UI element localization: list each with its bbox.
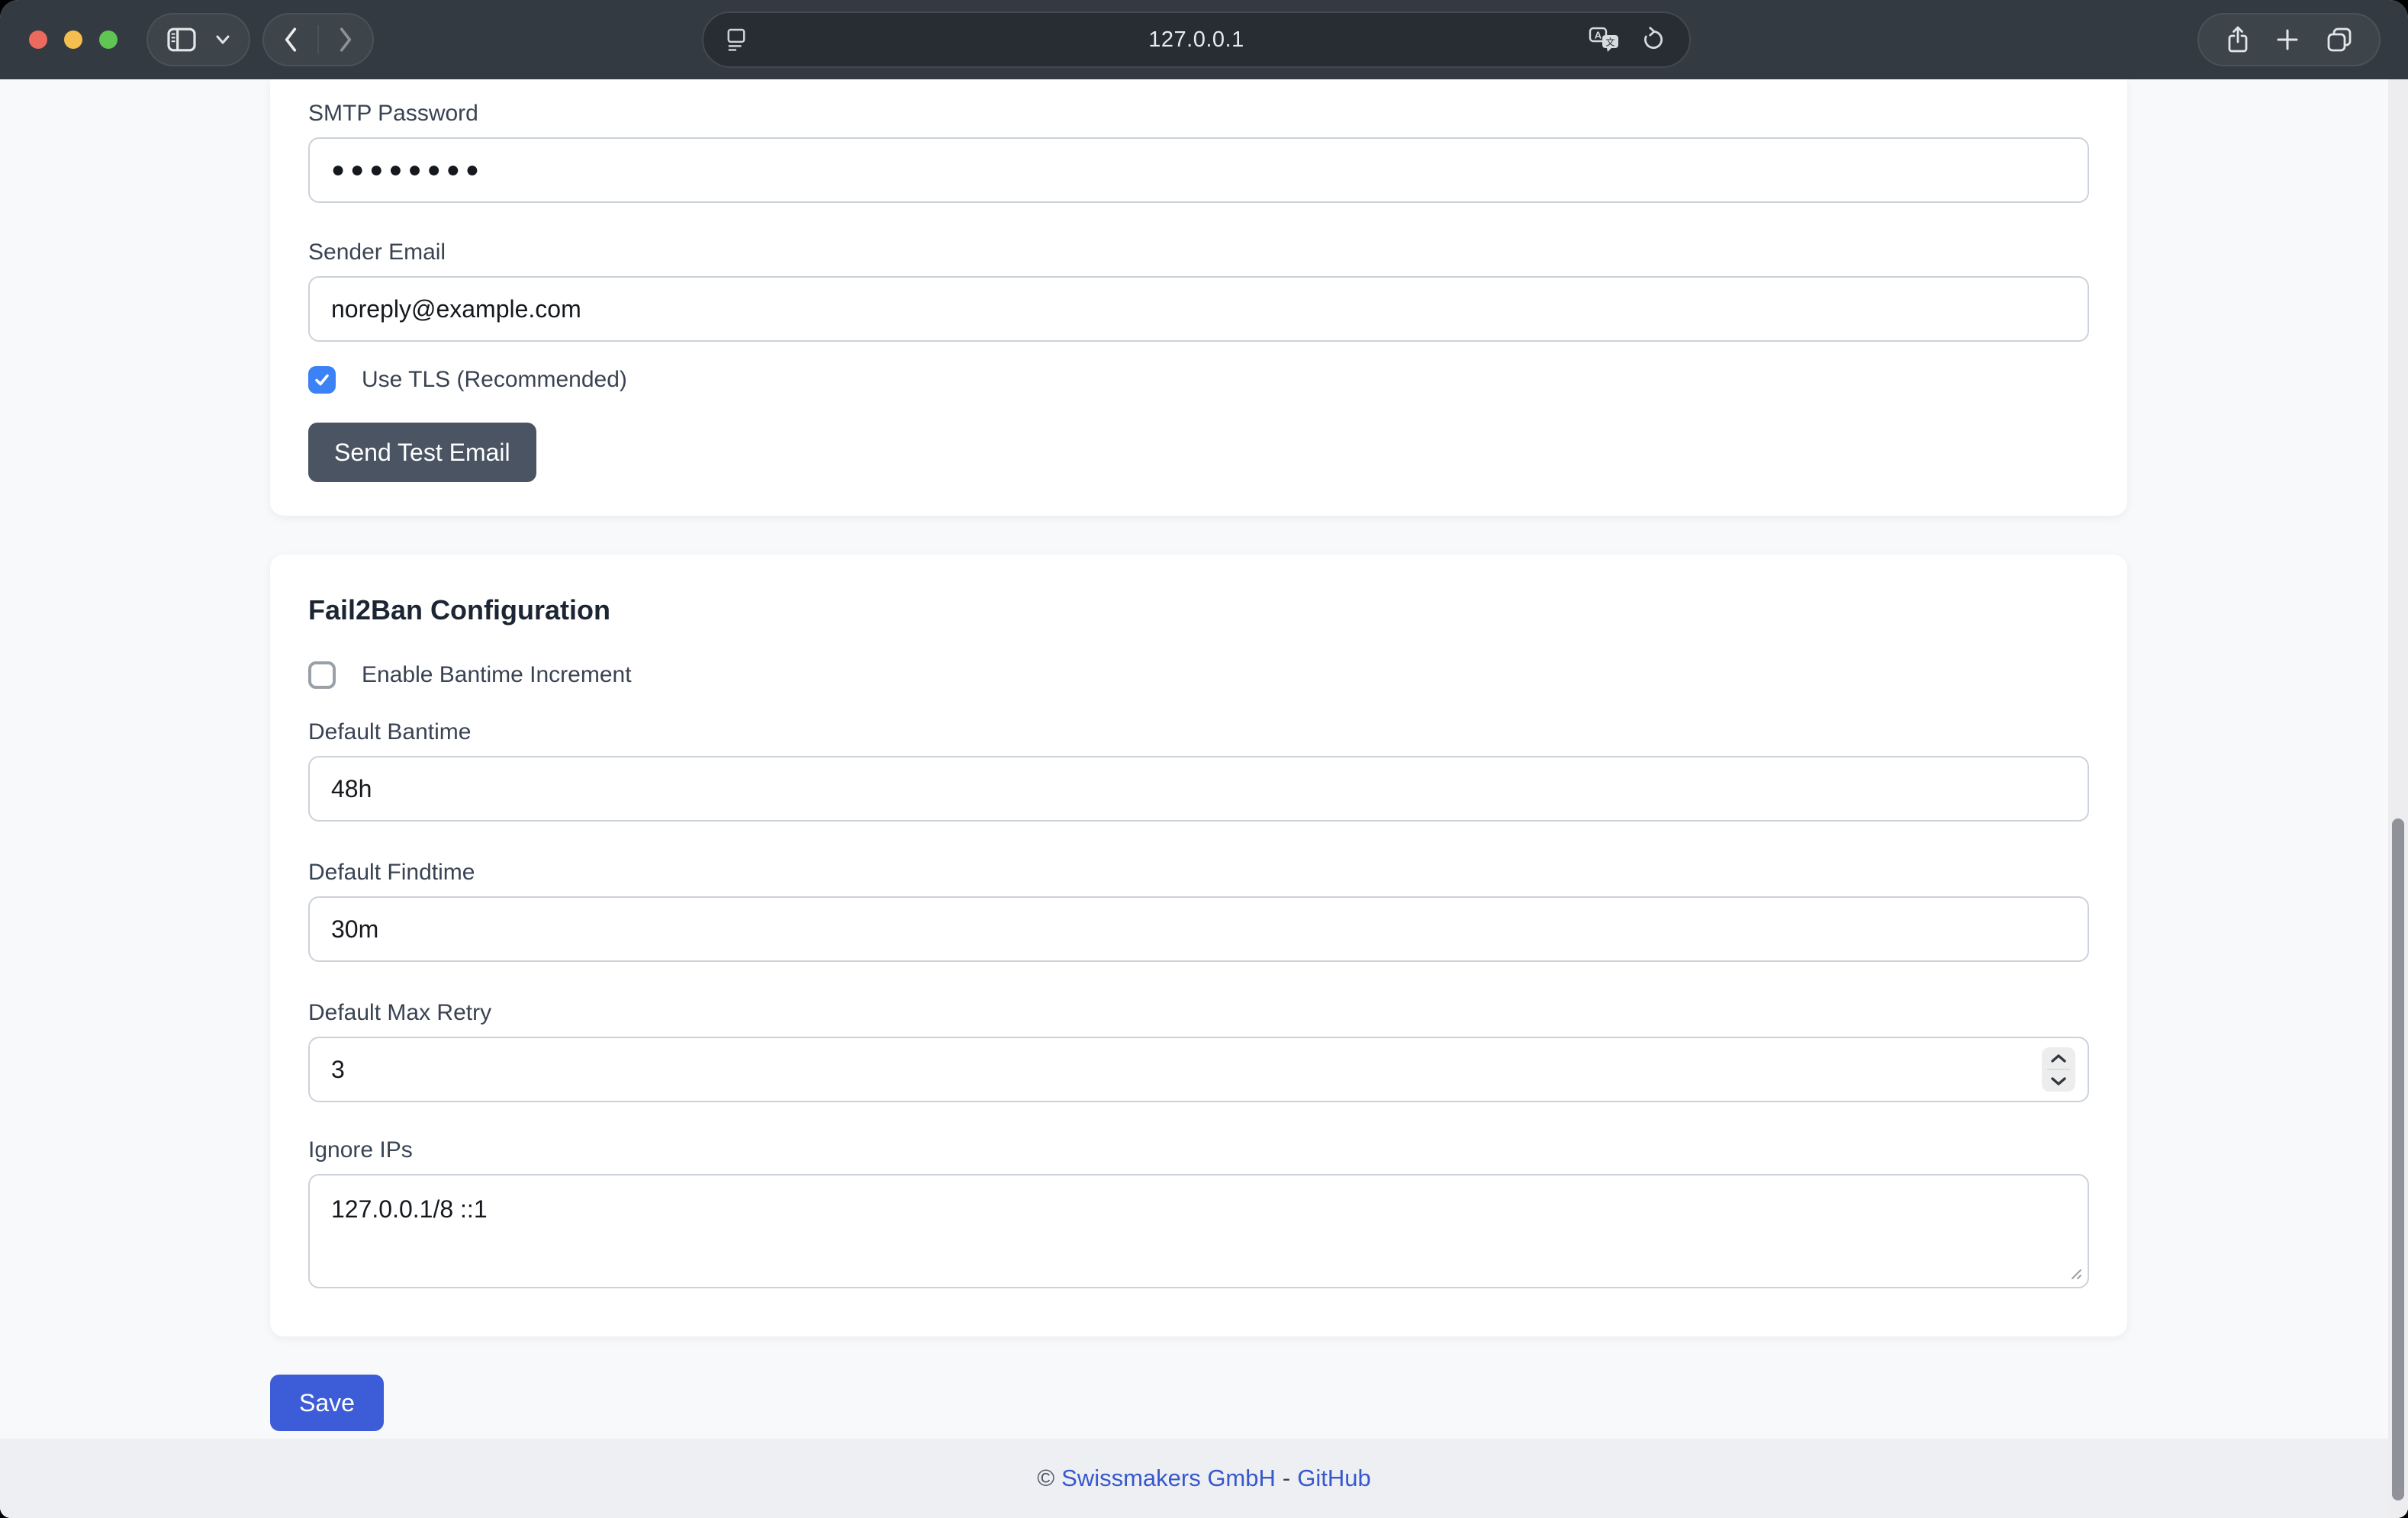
reload-icon[interactable] [1640,27,1666,53]
save-button[interactable]: Save [270,1375,384,1431]
browser-toolbar: 127.0.0.1 A 文 [0,0,2408,79]
copyright-symbol: © [1037,1465,1054,1492]
back-icon[interactable] [282,27,299,53]
close-window-button[interactable] [29,31,47,49]
chevron-down-icon[interactable] [215,34,230,45]
company-link[interactable]: Swissmakers GmbH [1061,1465,1276,1492]
number-stepper[interactable] [2042,1047,2075,1092]
use-tls-checkbox[interactable] [308,366,336,394]
fail2ban-config-card: Fail2Ban Configuration Enable Bantime In… [270,555,2127,1336]
use-tls-row: Use TLS (Recommended) [308,366,2089,394]
forward-icon[interactable] [337,27,354,53]
svg-text:文: 文 [1605,37,1614,48]
address-bar[interactable]: 127.0.0.1 A 文 [702,11,1691,68]
share-icon[interactable] [2226,24,2250,55]
page-viewport: SMTP Password Sender Email Use TLS (Reco… [0,79,2408,1518]
ignore-ips-label: Ignore IPs [308,1137,2089,1163]
translate-icon[interactable]: A 文 [1589,26,1621,53]
url-text[interactable]: 127.0.0.1 [703,27,1689,53]
sidebar-icon[interactable] [166,27,197,53]
use-tls-label: Use TLS (Recommended) [362,367,627,393]
enable-bantime-label: Enable Bantime Increment [362,662,632,688]
smtp-password-input[interactable] [308,137,2089,203]
tab-overview-icon[interactable] [2326,26,2353,53]
default-max-retry-input[interactable] [308,1037,2089,1102]
ignore-ips-textarea[interactable]: 127.0.0.1/8 ::1 [308,1174,2089,1288]
nav-divider [317,25,319,54]
stepper-down-icon [2050,1076,2067,1086]
new-tab-icon[interactable] [2276,28,2299,51]
window-action-group [2197,13,2381,66]
zoom-window-button[interactable] [99,31,118,49]
page-menu-icon[interactable] [726,27,746,53]
navigation-button-group [262,13,374,66]
svg-text:A: A [1595,30,1602,41]
sender-email-label: Sender Email [308,240,2089,265]
scrollbar-track [2388,79,2408,1518]
enable-bantime-row: Enable Bantime Increment [308,661,2089,689]
sender-email-input[interactable] [308,276,2089,342]
github-link[interactable]: GitHub [1297,1465,1370,1492]
check-icon [313,371,331,389]
default-findtime-label: Default Findtime [308,860,2089,886]
default-max-retry-label: Default Max Retry [308,1000,2089,1026]
page-footer: © Swissmakers GmbH - GitHub [0,1439,2408,1518]
sidebar-button-group [146,13,250,66]
default-findtime-input[interactable] [308,896,2089,962]
default-bantime-input[interactable] [308,756,2089,822]
fail2ban-title: Fail2Ban Configuration [308,594,2089,626]
default-bantime-label: Default Bantime [308,719,2089,745]
send-test-email-button[interactable]: Send Test Email [308,423,536,482]
footer-separator: - [1283,1465,1290,1492]
smtp-password-label: SMTP Password [308,101,2089,127]
resize-handle-icon[interactable] [2069,1267,2083,1285]
stepper-up-icon [2050,1053,2067,1063]
smtp-settings-card: SMTP Password Sender Email Use TLS (Reco… [270,79,2127,516]
browser-window: 127.0.0.1 A 文 [0,0,2408,1518]
enable-bantime-checkbox[interactable] [308,661,336,689]
scrollbar-thumb[interactable] [2392,818,2404,1500]
minimize-window-button[interactable] [64,31,82,49]
